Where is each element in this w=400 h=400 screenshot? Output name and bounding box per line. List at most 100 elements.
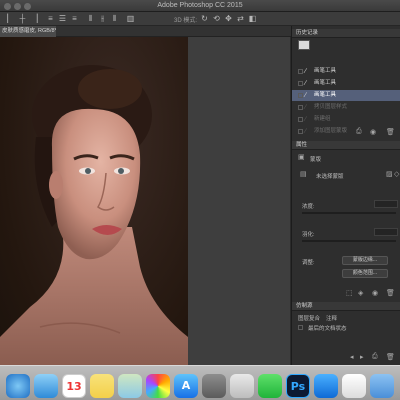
calendar-icon-label: 13 [66,380,82,393]
properties-panel-header[interactable]: 属性 [292,141,400,150]
portrait-photo [0,37,188,365]
maps-icon[interactable] [118,374,142,398]
density-slider[interactable] [302,212,396,214]
auto-align-icon[interactable]: ▥ [126,15,135,23]
notes-icon[interactable] [90,374,114,398]
delete-mask-icon[interactable]: 🗑 [386,289,395,297]
delete-comp-icon[interactable]: 🗑 [386,353,395,361]
mask-thumb-icon: ▤ [300,171,307,178]
system-preferences-icon[interactable] [202,374,226,398]
new-comp-icon[interactable]: ⎙ [372,353,378,361]
no-mask-label: 未选择蒙版 [316,174,344,180]
density-label: 浓度: [302,204,315,210]
3d-mode-label: 3D 模式: [174,18,198,24]
3d-pan-icon[interactable]: ✥ [224,15,233,23]
distribute-top-icon[interactable]: ≡ [46,15,55,23]
apply-mask-icon[interactable]: ◈ [358,289,363,297]
distribute-bottom-icon[interactable]: ≡ [70,15,79,23]
history-source-checkbox[interactable] [298,129,303,134]
photoshop-icon[interactable]: Ps [286,374,310,398]
dock: 13 A Ps [0,365,400,400]
history-source-checkbox[interactable] [298,69,303,74]
tab-layer-comps[interactable]: 图层复合 [298,314,320,322]
tab-notes[interactable]: 注释 [326,314,337,322]
history-item-label: 画笔工具 [314,92,337,98]
brush-icon: ∕ [305,128,307,135]
canvas-area[interactable] [0,37,290,365]
distribute-left-icon[interactable]: ⫴ [86,15,95,23]
last-document-state-label[interactable]: 最后的文档状态 [308,324,347,332]
safari-icon-label [6,374,30,398]
load-selection-icon[interactable]: ⬚ [346,289,353,297]
options-bar: ▏ ┼ ▕ ≡ ☰ ≡ ⫴ ⫲ ⫴ ▥ 3D 模式: ↻ ⟲ ✥ ⇄ ◧ [0,12,400,26]
brush-icon: ∕ [305,68,307,75]
portrait-illustration [0,65,188,365]
title-bar: Adobe Photoshop CC 2015 [0,0,400,12]
photos-icon[interactable] [146,374,170,398]
brush-icon: ∕ [305,80,307,87]
history-item[interactable]: ∕ 画笔工具 [292,90,400,101]
history-item[interactable]: ∕ 新建组 [292,114,400,125]
wechat-icon[interactable] [258,374,282,398]
document-icon[interactable] [342,374,366,398]
history-item-label: 画笔工具 [314,68,337,74]
density-field[interactable] [374,200,398,208]
3d-rotate-icon[interactable]: ↻ [200,15,209,23]
preview-icon-label [230,374,254,398]
prev-comp-icon[interactable]: ◂ [350,353,354,361]
toggle-mask-icon[interactable]: ◉ [372,289,378,297]
distribute-center-icon[interactable]: ⫲ [98,15,107,23]
3d-roll-icon[interactable]: ⟲ [212,15,221,23]
window-title: Adobe Photoshop CC 2015 [157,2,243,9]
mail-icon[interactable] [34,374,58,398]
document-tab[interactable]: 皮肤质感磨皮, RGB/8*) * [0,26,56,37]
history-source-checkbox[interactable] [298,117,303,122]
history-item[interactable]: ∕ 拷贝图层样式 [292,102,400,113]
mask-icon: ▣ [298,154,305,161]
align-right-icon[interactable]: ▕ [30,15,39,23]
align-left-icon[interactable]: ▏ [6,15,15,23]
teamviewer-icon-label [314,374,338,398]
brush-icon: ∕ [305,92,307,99]
folder-icon-label [370,374,394,398]
feather-field[interactable] [374,228,398,236]
clone-source-panel-header[interactable]: 仿制源 [292,302,400,311]
color-range-button[interactable]: 颜色范围... [342,269,388,278]
history-source-checkbox[interactable] [298,105,303,110]
feather-label: 羽化: [302,232,315,238]
history-panel-header[interactable]: 历史记录 [292,29,400,38]
tab-strip [56,26,291,37]
layer-comp-checkbox[interactable] [298,325,303,330]
history-item-label: 画笔工具 [314,80,337,86]
vector-mask-icon[interactable]: ◇ [394,170,399,178]
history-source-checkbox[interactable] [298,81,303,86]
notes-icon-label [90,374,114,398]
preview-icon[interactable] [230,374,254,398]
photoshop-icon-label: Ps [290,380,306,393]
photos-icon-label [146,374,170,398]
brush-icon: ∕ [305,104,307,111]
app-store-icon[interactable]: A [174,374,198,398]
history-item[interactable]: ∕ 画笔工具 [292,78,400,89]
3d-scale-icon[interactable]: ◧ [248,15,257,23]
feather-slider[interactable] [302,240,396,242]
folder-icon[interactable] [370,374,394,398]
teamviewer-icon[interactable] [314,374,338,398]
history-source-checkbox[interactable] [298,93,303,98]
calendar-icon[interactable]: 13 [62,374,86,398]
history-snapshot-thumb[interactable] [298,40,310,50]
next-comp-icon[interactable]: ▸ [360,353,364,361]
brush-icon: ∕ [305,116,307,123]
mask-edge-button[interactable]: 蒙版边缘... [342,256,388,265]
safari-icon[interactable] [6,374,30,398]
align-center-icon[interactable]: ┼ [18,15,27,23]
mask-section-label: 蒙版 [310,157,322,163]
history-item[interactable]: ∕ 添加图层蒙版 [292,126,400,137]
3d-slide-icon[interactable]: ⇄ [236,15,245,23]
history-item[interactable]: ∕ 画笔工具 [292,66,400,77]
app-store-icon-label: A [181,379,191,392]
distribute-right-icon[interactable]: ⫴ [110,15,119,23]
distribute-middle-icon[interactable]: ☰ [58,15,67,23]
mail-icon-label [34,374,58,398]
pixel-mask-icon[interactable]: ▨ [386,170,393,178]
